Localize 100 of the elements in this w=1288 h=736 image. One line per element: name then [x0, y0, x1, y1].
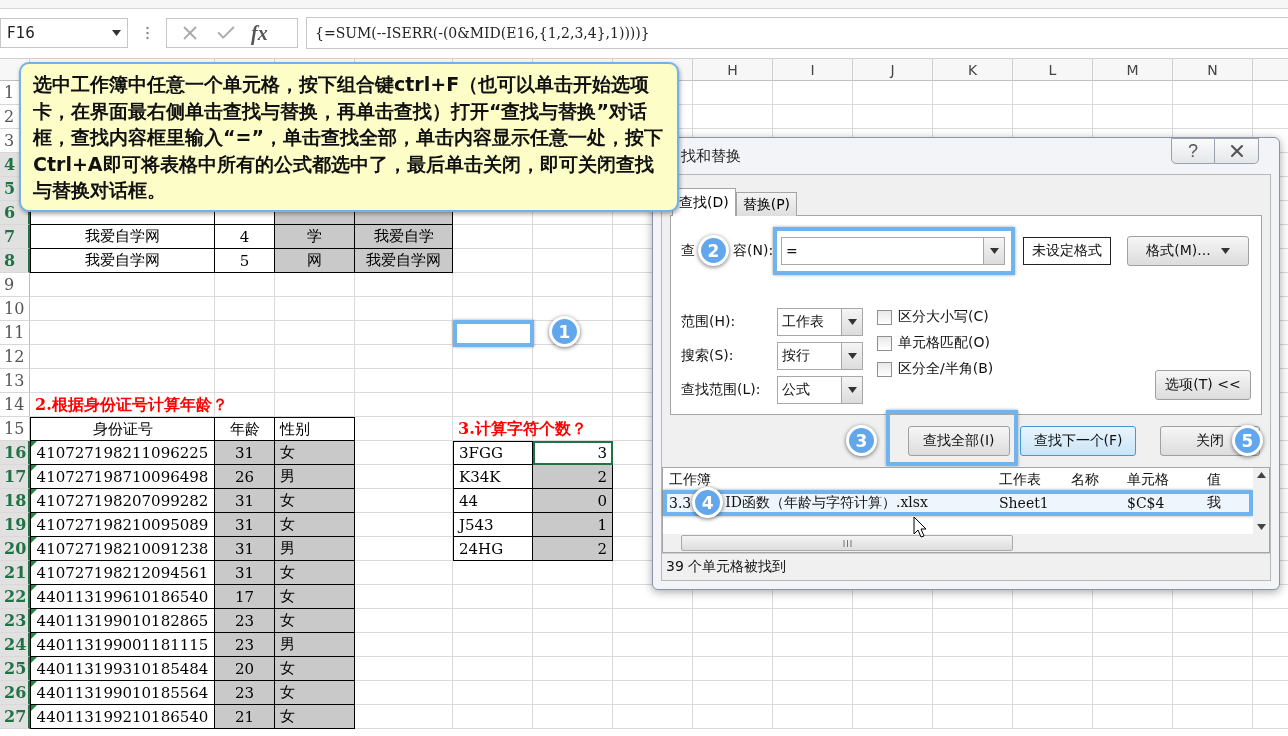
formula-field[interactable]: {=SUM(--ISERR(-(0&MID(E16,{1,2,3,4},1))))} — [306, 17, 1288, 49]
step-marker: 1 — [549, 316, 580, 347]
table-cell: 410727198210091238 — [30, 537, 215, 561]
row-header[interactable]: 24 — [0, 633, 30, 657]
row-header[interactable]: 8 — [0, 249, 30, 273]
table-cell: 我爱自学网 — [30, 225, 215, 249]
table-cell: 网 — [275, 249, 355, 273]
scroll-down-icon[interactable] — [1256, 524, 1266, 530]
option-select[interactable]: 公式 — [777, 376, 863, 404]
table-cell: 男 — [275, 633, 355, 657]
table-cell: 女 — [275, 609, 355, 633]
checkbox-label: 单元格匹配(O) — [898, 334, 990, 352]
corner-triangle-icon — [31, 561, 37, 567]
corner-triangle-icon — [31, 513, 37, 519]
dialog-tab[interactable]: 查找(D) — [672, 188, 736, 216]
dialog-title: 找和替换 — [681, 146, 741, 166]
table-cell: 410727198210095089 — [30, 513, 215, 537]
list-column-header[interactable]: 单元格 — [1121, 471, 1201, 489]
column-header[interactable]: I — [773, 59, 853, 81]
field-label: 容(N): — [733, 242, 774, 260]
scrollbar-thumb[interactable] — [681, 535, 1013, 551]
corner-triangle-icon — [31, 489, 37, 495]
grip-icon — [842, 539, 852, 547]
table-cell: 女 — [275, 513, 355, 537]
column-header[interactable]: M — [1093, 59, 1173, 81]
step-marker: 3 — [846, 425, 877, 456]
corner-triangle-icon — [31, 633, 37, 639]
column-header[interactable]: L — [1013, 59, 1093, 81]
table-cell: 23 — [215, 609, 275, 633]
checkbox[interactable] — [877, 361, 892, 377]
table-cell: 31 — [215, 489, 275, 513]
table-cell: 男 — [275, 537, 355, 561]
row-header[interactable]: 7 — [0, 225, 30, 249]
option-label: 搜索(S): — [681, 347, 735, 365]
format-button[interactable]: 格式(M)... — [1127, 236, 1249, 266]
table-cell: 女 — [275, 561, 355, 585]
corner-triangle-icon — [31, 441, 37, 447]
corner-triangle-icon — [31, 657, 37, 663]
row-header[interactable]: 17 — [0, 465, 30, 489]
option-select[interactable]: 按行 — [777, 342, 863, 370]
row-header[interactable]: 19 — [0, 513, 30, 537]
column-header[interactable]: H — [693, 59, 773, 81]
table-cell: 440113199001181115 — [30, 633, 215, 657]
format-status: 未设定格式 — [1023, 237, 1111, 265]
table-cell: 女 — [275, 681, 355, 705]
checkbox[interactable] — [877, 335, 892, 351]
table-cell: 0 — [533, 489, 613, 513]
find-field[interactable]: = — [781, 237, 1005, 265]
row-header[interactable]: 26 — [0, 681, 30, 705]
status-text: 39 个单元格被找到 — [662, 553, 1270, 580]
table-cell: 23 — [215, 681, 275, 705]
step-marker: 2 — [698, 235, 729, 266]
table-cell: 女 — [275, 441, 355, 465]
name-box[interactable]: F16 — [0, 18, 128, 48]
row-header[interactable]: 25 — [0, 657, 30, 681]
table-cell: 440113199010185564 — [30, 681, 215, 705]
table-cell: 24HG — [453, 537, 533, 561]
column-header[interactable]: K — [933, 59, 1013, 81]
table-cell: 31 — [215, 537, 275, 561]
caret-icon — [847, 353, 857, 359]
insert-function-button[interactable]: fx — [251, 21, 268, 45]
dialog-button[interactable]: 查找全部(I) — [908, 426, 1010, 456]
row-header[interactable]: 23 — [0, 609, 30, 633]
row-header[interactable]: 22 — [0, 585, 30, 609]
close-button[interactable] — [1215, 138, 1259, 164]
table-cell: 3FGG — [453, 441, 533, 465]
row-header[interactable]: 21 — [0, 561, 30, 585]
row-header[interactable]: 20 — [0, 537, 30, 561]
step-marker: 4 — [692, 487, 724, 518]
table-cell: 2 — [533, 537, 613, 561]
table-cell: 2 — [533, 465, 613, 489]
column-header[interactable]: J — [853, 59, 933, 81]
list-column-header[interactable]: 值 — [1201, 471, 1251, 489]
column-heading: 身份证号 — [30, 417, 215, 441]
scroll-up-icon[interactable] — [1256, 472, 1266, 478]
dialog-button[interactable]: 查找下一个(F) — [1020, 426, 1136, 456]
caret-icon — [1220, 248, 1230, 254]
option-select[interactable]: 工作表 — [777, 308, 863, 336]
list-column-header[interactable]: 工作簿 — [663, 471, 993, 489]
corner-triangle-icon — [31, 609, 37, 615]
option-label: 查找范围(L): — [681, 381, 762, 399]
list-column-header[interactable]: 名称 — [1065, 471, 1121, 489]
corner-triangle-icon — [31, 705, 37, 711]
row-header[interactable]: 27 — [0, 705, 30, 729]
caret-icon — [847, 387, 857, 393]
table-cell: 女 — [275, 489, 355, 513]
help-button[interactable]: ? — [1171, 138, 1215, 164]
section-title: 2.根据身份证号计算年龄？ — [35, 394, 228, 416]
dialog-tab[interactable]: 替换(P) — [735, 192, 798, 216]
table-cell: 23 — [215, 633, 275, 657]
row-header[interactable]: 16 — [0, 441, 30, 465]
checkbox-label: 区分全/半角(B) — [898, 360, 994, 378]
column-header[interactable]: N — [1173, 59, 1253, 81]
checkbox[interactable] — [877, 309, 892, 325]
table-cell: 440113199010182865 — [30, 609, 215, 633]
column-heading: 性别 — [275, 417, 355, 441]
options-button[interactable]: 选项(T) << — [1155, 370, 1251, 400]
list-column-header[interactable]: 工作表 — [993, 471, 1065, 489]
table-cell: 17 — [215, 585, 275, 609]
row-header[interactable]: 18 — [0, 489, 30, 513]
